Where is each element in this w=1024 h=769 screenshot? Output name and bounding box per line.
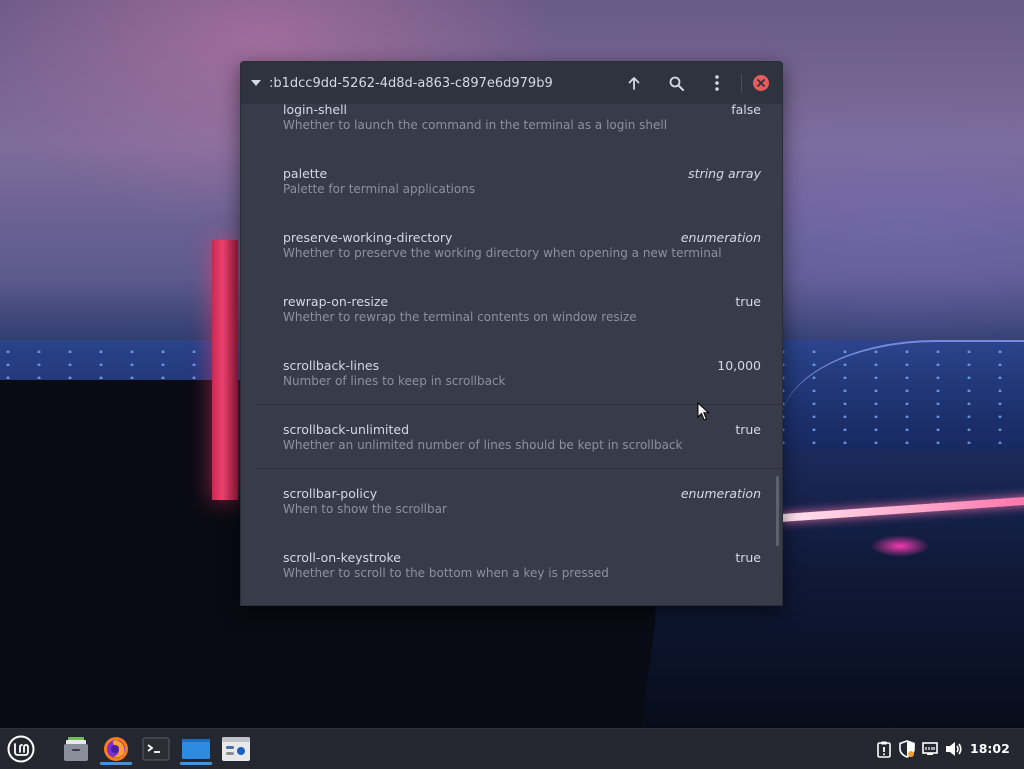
setting-key: scrollback-lines (283, 358, 380, 373)
network-icon (922, 742, 938, 755)
dconf-editor-window: :b1dcc9dd-5262-4d8d-a863-c897e6d979b9 lo… (240, 61, 783, 606)
active-indicator (180, 762, 212, 765)
taskbar: 18:02 (0, 728, 1024, 769)
setting-description: When to show the scrollbar (283, 502, 447, 516)
volume-icon (946, 742, 962, 756)
network-tray[interactable] (921, 740, 939, 758)
setting-value: true (735, 550, 761, 565)
settings-list[interactable]: login-shell Whether to launch the comman… (241, 104, 782, 605)
setting-row-login-shell[interactable]: login-shell Whether to launch the comman… (241, 104, 782, 162)
setting-description: Whether to scroll to the bottom when a k… (283, 566, 609, 580)
setting-key: login-shell (283, 104, 348, 117)
chevron-down-icon (251, 80, 261, 86)
setting-row-preserve-working-directory[interactable]: preserve-working-directory Whether to pr… (241, 226, 782, 290)
window-titlebar[interactable]: :b1dcc9dd-5262-4d8d-a863-c897e6d979b9 (241, 62, 782, 104)
setting-key: preserve-working-directory (283, 230, 453, 245)
setting-value: true (735, 422, 761, 437)
search-button[interactable] (660, 67, 692, 99)
firefox-launcher[interactable] (98, 733, 134, 765)
firefox-icon (104, 737, 128, 761)
setting-row-scrollbar-policy[interactable]: scrollbar-policy When to show the scroll… (241, 482, 782, 546)
files-launcher[interactable] (58, 733, 94, 765)
window-icon (182, 739, 210, 759)
setting-value: enumeration (680, 230, 761, 245)
setting-key: scrollback-unlimited (283, 422, 410, 437)
setting-description: Number of lines to keep in scrollback (283, 374, 506, 388)
kebab-menu-icon (715, 75, 719, 91)
files-icon (64, 737, 88, 761)
terminal-icon (142, 737, 170, 761)
setting-row-scrollback-unlimited[interactable]: scrollback-unlimited Whether an unlimite… (241, 418, 782, 482)
wallpaper-glow (870, 535, 930, 557)
setting-description: Whether to launch the command in the ter… (283, 118, 668, 132)
window-button[interactable] (178, 733, 214, 765)
setting-key: scrollbar-policy (283, 486, 378, 501)
row-separator (255, 468, 782, 469)
mint-menu-button[interactable] (3, 733, 39, 765)
setting-value: string array (688, 166, 761, 181)
setting-key: palette (283, 166, 328, 181)
setting-row-scroll-on-keystroke[interactable]: scroll-on-keystroke Whether to scroll to… (241, 546, 782, 605)
setting-value: true (735, 294, 761, 309)
setting-value: 10,000 (717, 358, 761, 373)
path-dropdown[interactable]: :b1dcc9dd-5262-4d8d-a863-c897e6d979b9 (241, 62, 553, 104)
setting-description: Whether an unlimited number of lines sho… (283, 438, 683, 452)
menu-button[interactable] (701, 67, 733, 99)
setting-description: Whether to rewrap the terminal contents … (283, 310, 637, 324)
go-up-button[interactable] (618, 67, 650, 99)
mint-menu-icon (7, 735, 35, 763)
wallpaper-bridge-tower (212, 240, 238, 500)
terminal-launcher[interactable] (138, 733, 174, 765)
setting-description: Palette for terminal applications (283, 182, 476, 196)
scrollbar[interactable] (776, 476, 779, 546)
close-icon (753, 75, 769, 91)
mouse-cursor-icon (697, 402, 710, 421)
clipboard-tray[interactable] (875, 740, 893, 758)
setting-value: false (731, 104, 761, 117)
setting-row-rewrap-on-resize[interactable]: rewrap-on-resize Whether to rewrap the t… (241, 290, 782, 354)
shield-icon (899, 740, 915, 758)
arrow-up-icon (628, 77, 640, 90)
dconf-editor-icon (222, 737, 250, 761)
search-icon (669, 76, 684, 91)
setting-key: scroll-on-keystroke (283, 550, 401, 565)
setting-description: Whether to preserve the working director… (283, 246, 722, 260)
setting-row-palette[interactable]: palette Palette for terminal application… (241, 162, 782, 226)
setting-value: enumeration (680, 486, 761, 501)
clipboard-icon (877, 741, 891, 758)
dconf-editor-launcher[interactable] (218, 733, 254, 765)
active-indicator (100, 762, 132, 765)
clock[interactable]: 18:02 (970, 741, 1010, 756)
setting-key: rewrap-on-resize (283, 294, 389, 309)
titlebar-separator (741, 74, 742, 92)
window-path: :b1dcc9dd-5262-4d8d-a863-c897e6d979b9 (269, 75, 553, 91)
volume-tray[interactable] (945, 740, 963, 758)
close-button[interactable] (745, 67, 777, 99)
update-shield-tray[interactable] (898, 740, 916, 758)
